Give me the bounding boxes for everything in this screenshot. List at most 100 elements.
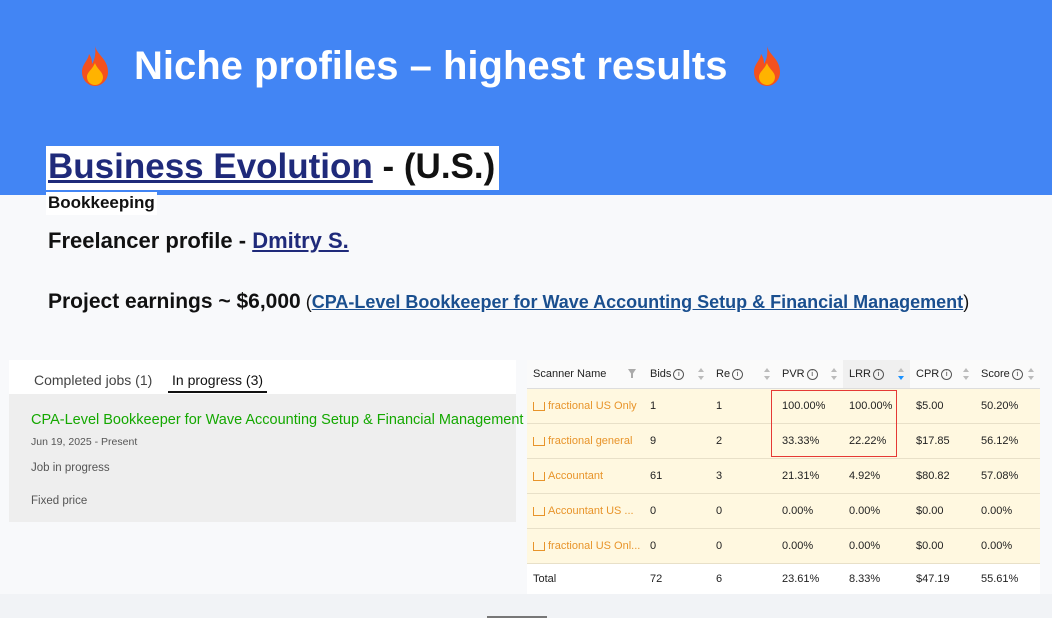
sort-icon[interactable] [764, 368, 770, 380]
info-icon: i [1011, 368, 1023, 380]
scanner-name-cell[interactable]: Accountant [527, 458, 644, 494]
filter-icon[interactable] [628, 369, 636, 378]
total-score: 55.61% [975, 563, 1040, 594]
job-date: Jun 19, 2025 - Present [31, 436, 138, 448]
scanner-name-cell[interactable]: fractional general [527, 423, 644, 459]
lrr-cell: 0.00% [843, 493, 910, 529]
crown-icon [533, 541, 545, 551]
job-status: Job in progress [31, 462, 110, 474]
lrr-cell: 0.00% [843, 528, 910, 564]
job-title-link[interactable]: CPA-Level Bookkeeper for Wave Accounting… [31, 412, 523, 428]
tab-in-progress[interactable]: In progress (3) [167, 372, 268, 393]
total-label: Total [527, 563, 644, 594]
pvr-cell: 21.31% [776, 458, 843, 494]
info-icon: i [806, 368, 818, 380]
crown-icon [533, 436, 545, 446]
cpr-cell: $17.85 [910, 423, 975, 459]
re-cell: 2 [710, 423, 776, 459]
scanner-table: Scanner Name Bids i Re i PVR i LRR i CPR i Sc… [527, 360, 1040, 594]
pvr-cell: 100.00% [776, 388, 843, 424]
column-header-scanner-name[interactable]: Scanner Name [527, 360, 644, 389]
company-region: - (U.S.) [372, 147, 496, 186]
total-re: 6 [710, 563, 776, 594]
bids-cell: 0 [644, 528, 710, 564]
score-cell: 57.08% [975, 458, 1040, 494]
scanner-name-cell[interactable]: Accountant US ... [527, 493, 644, 529]
cpr-cell: $0.00 [910, 493, 975, 529]
pvr-cell: 0.00% [776, 528, 843, 564]
info-icon: i [732, 368, 744, 380]
score-cell: 50.20% [975, 388, 1040, 424]
table-row[interactable]: fractional US Onl... 0 0 0.00% 0.00% $0.… [527, 528, 1040, 564]
re-cell: 0 [710, 528, 776, 564]
sort-icon[interactable] [1028, 368, 1034, 380]
cpr-cell: $0.00 [910, 528, 975, 564]
re-cell: 0 [710, 493, 776, 529]
company-link[interactable]: Business Evolution [48, 147, 373, 186]
table-total-row: Total 72 6 23.61% 8.33% $47.19 55.61% [527, 563, 1040, 594]
earnings-label: Project earnings ~ $6,000 [48, 290, 301, 313]
slide-title-text: Niche profiles – highest results [134, 43, 728, 88]
column-header-score[interactable]: Score i [975, 360, 1040, 389]
fire-icon [753, 46, 780, 86]
info-icon: i [673, 368, 685, 380]
lrr-cell: 22.22% [843, 423, 910, 459]
tab-completed-jobs[interactable]: Completed jobs (1) [34, 372, 152, 388]
re-cell: 1 [710, 388, 776, 424]
paren-close: ) [963, 292, 970, 312]
sort-icon[interactable] [963, 368, 969, 380]
bids-cell: 9 [644, 423, 710, 459]
paren-open: ( [300, 292, 312, 312]
scanner-name-cell[interactable]: fractional US Onl... [527, 528, 644, 564]
freelancer-line: Freelancer profile - Dmitry S. [48, 228, 349, 254]
scanner-name-cell[interactable]: fractional US Only [527, 388, 644, 424]
column-header-cpr[interactable]: CPR i [910, 360, 975, 389]
table-row[interactable]: Accountant US ... 0 0 0.00% 0.00% $0.00 … [527, 493, 1040, 529]
column-header-lrr[interactable]: LRR i [843, 360, 910, 389]
table-row[interactable]: fractional US Only 1 1 100.00% 100.00% $… [527, 388, 1040, 424]
freelancer-label: Freelancer profile - [48, 228, 253, 253]
sort-icon[interactable] [831, 368, 837, 380]
pvr-cell: 33.33% [776, 423, 843, 459]
total-cpr: $47.19 [910, 563, 975, 594]
project-link[interactable]: CPA-Level Bookkeeper for Wave Accounting… [312, 292, 963, 312]
sort-desc-icon[interactable] [898, 368, 904, 380]
score-cell: 0.00% [975, 528, 1040, 564]
total-bids: 72 [644, 563, 710, 594]
company-heading: Business Evolution - (U.S.) [46, 146, 500, 190]
sort-icon[interactable] [698, 368, 704, 380]
column-header-pvr[interactable]: PVR i [776, 360, 843, 389]
jobs-panel: Completed jobs (1) In progress (3) CPA-L… [9, 360, 523, 522]
total-pvr: 23.61% [776, 563, 843, 594]
bids-cell: 0 [644, 493, 710, 529]
score-cell: 56.12% [975, 423, 1040, 459]
info-icon: i [873, 368, 885, 380]
re-cell: 3 [710, 458, 776, 494]
cpr-cell: $5.00 [910, 388, 975, 424]
job-price-type: Fixed price [31, 495, 88, 507]
table-header-row: Scanner Name Bids i Re i PVR i LRR i CPR i Sc… [527, 360, 1040, 389]
company-category: Bookkeeping [46, 192, 157, 215]
info-icon: i [941, 368, 953, 380]
lrr-cell: 4.92% [843, 458, 910, 494]
pvr-cell: 0.00% [776, 493, 843, 529]
lrr-cell: 100.00% [843, 388, 910, 424]
cpr-cell: $80.82 [910, 458, 975, 494]
column-header-re[interactable]: Re i [710, 360, 776, 389]
total-lrr: 8.33% [843, 563, 910, 594]
column-header-bids[interactable]: Bids i [644, 360, 710, 389]
bids-cell: 61 [644, 458, 710, 494]
job-card[interactable]: CPA-Level Bookkeeper for Wave Accounting… [9, 394, 523, 522]
crown-icon [533, 506, 545, 516]
fire-icon [82, 46, 108, 86]
crown-icon [533, 401, 545, 411]
table-row[interactable]: fractional general 9 2 33.33% 22.22% $17… [527, 423, 1040, 459]
bids-cell: 1 [644, 388, 710, 424]
jobs-tabs: Completed jobs (1) In progress (3) [9, 360, 516, 394]
score-cell: 0.00% [975, 493, 1040, 529]
slide-title: Niche profiles – highest results [78, 40, 784, 92]
freelancer-link[interactable]: Dmitry S. [252, 228, 349, 253]
crown-icon [533, 471, 545, 481]
bottom-bar [0, 594, 1052, 618]
table-row[interactable]: Accountant 61 3 21.31% 4.92% $80.82 57.0… [527, 458, 1040, 494]
